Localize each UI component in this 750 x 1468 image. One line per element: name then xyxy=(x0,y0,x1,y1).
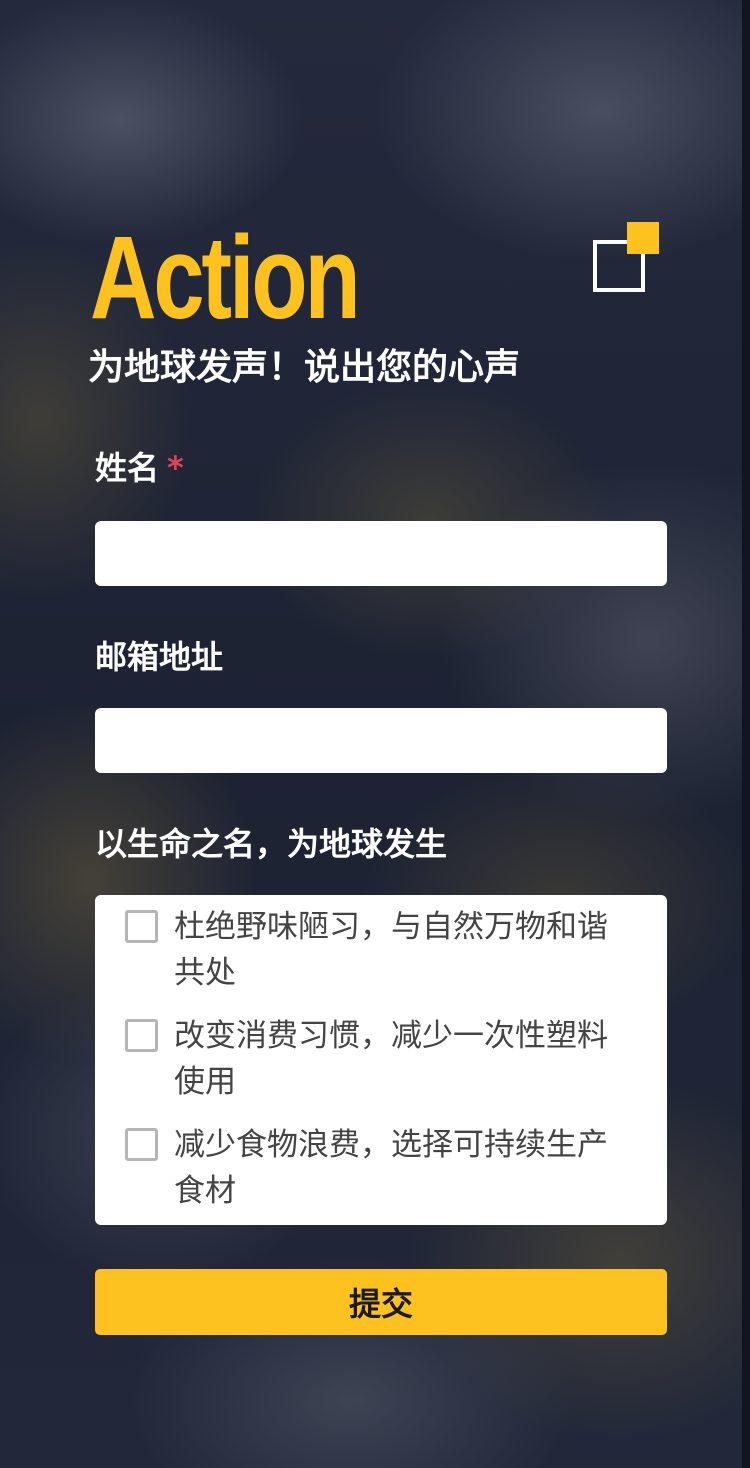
name-input[interactable] xyxy=(95,521,667,586)
name-field-label: 姓名 * xyxy=(95,446,184,490)
pledge-checkbox-food-waste[interactable] xyxy=(125,1128,158,1161)
pledge-option-plastic[interactable]: 改变消费习惯，减少一次性塑料使用 xyxy=(125,1013,645,1105)
name-label-text: 姓名 xyxy=(95,449,160,487)
required-asterisk: * xyxy=(167,449,184,487)
pledge-option-wildlife[interactable]: 杜绝野味陋习，与自然万物和谐共处 xyxy=(125,904,645,996)
page-subtitle: 为地球发声！说出您的心声 xyxy=(88,347,521,388)
overlapping-squares-icon xyxy=(593,222,661,292)
pledge-option-label: 杜绝野味陋习，与自然万物和谐共处 xyxy=(174,909,608,991)
pledge-option-label: 改变消费习惯，减少一次性塑料使用 xyxy=(174,1018,608,1100)
pledge-options-panel: 杜绝野味陋习，与自然万物和谐共处 改变消费习惯，减少一次性塑料使用 减少食物浪费… xyxy=(95,895,667,1225)
pledge-option-food-waste[interactable]: 减少食物浪费，选择可持续生产食材 xyxy=(125,1122,645,1214)
logo-accent-square xyxy=(627,222,659,254)
page-title: Action xyxy=(90,212,361,344)
pledge-option-label: 减少食物浪费，选择可持续生产食材 xyxy=(174,1127,608,1209)
pledge-checkbox-wildlife[interactable] xyxy=(125,910,158,943)
scrollbar-track xyxy=(742,0,750,1468)
pledges-field-label: 以生命之名，为地球发生 xyxy=(95,825,448,863)
submit-button[interactable]: 提交 xyxy=(95,1269,667,1335)
email-input[interactable] xyxy=(95,708,667,773)
email-field-label: 邮箱地址 xyxy=(95,638,224,676)
pledge-checkbox-plastic[interactable] xyxy=(125,1019,158,1052)
